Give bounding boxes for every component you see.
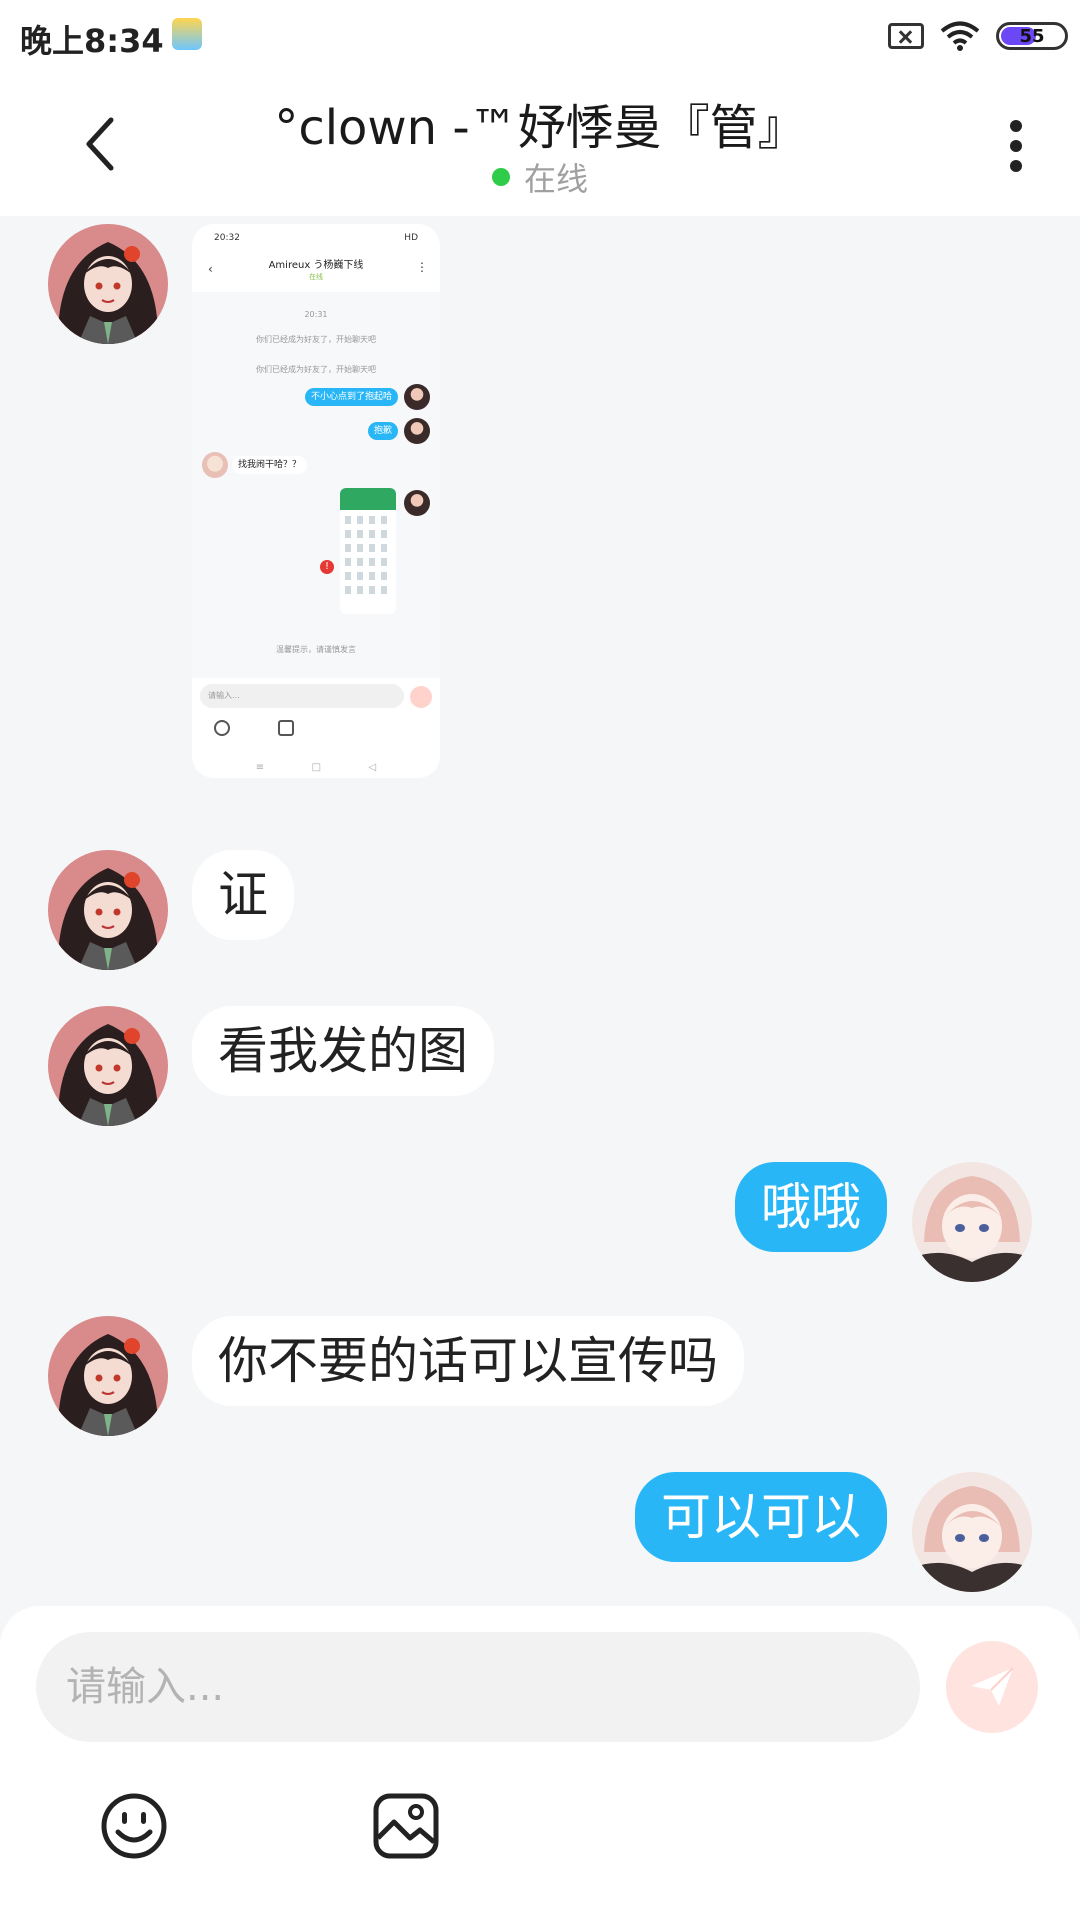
- contact-name: °clown -™妤悸曼『管』: [274, 100, 806, 156]
- thumb-avatar: [404, 490, 430, 516]
- app-notification-icon: [172, 18, 202, 50]
- message-bubble-outgoing[interactable]: 可以可以: [635, 1472, 887, 1562]
- thumb-bubble-out-1: 不小心点到了抱起哈: [304, 388, 398, 406]
- contact-avatar[interactable]: [48, 224, 168, 344]
- thumb-bubble-in-1: 找我闹干哈？？: [232, 456, 308, 474]
- online-dot-icon: [491, 168, 510, 186]
- contact-avatar[interactable]: [48, 1316, 168, 1436]
- send-button[interactable]: [946, 1641, 1038, 1733]
- message-bubble-incoming[interactable]: 证: [192, 850, 294, 940]
- message-list[interactable]: 20:32 HD ‹ Amireux う杨巍下线 在线 ⋮ 20:31 你们已经…: [0, 216, 1080, 1606]
- contact-avatar[interactable]: [48, 1006, 168, 1126]
- image-message-screenshot[interactable]: 20:32 HD ‹ Amireux う杨巍下线 在线 ⋮ 20:31 你们已经…: [192, 224, 440, 778]
- status-icons: 55: [888, 16, 1068, 56]
- no-sim-icon: [888, 23, 924, 49]
- message-bubble-outgoing[interactable]: 哦哦: [735, 1162, 887, 1252]
- thumb-system-2: 你们已经成为好友了，开始聊天吧: [256, 365, 376, 374]
- thumb-status-right: HD: [404, 233, 418, 243]
- emoji-button[interactable]: [100, 1792, 168, 1860]
- battery-level: 55: [1019, 25, 1045, 47]
- thumb-input-area: 请输入... ≡ □ ◁: [192, 678, 440, 778]
- thumb-bubble-out-2: 抱歉: [367, 422, 398, 440]
- thumb-system-1: 你们已经成为好友了，开始聊天吧: [256, 335, 376, 344]
- thumb-online: 在线: [309, 273, 323, 281]
- thumb-header: ‹ Amireux う杨巍下线 在线 ⋮: [192, 252, 440, 292]
- thumb-status-time: 20:32: [214, 233, 240, 243]
- my-avatar[interactable]: [912, 1472, 1032, 1592]
- thumb-title: Amireux う杨巍下线: [268, 260, 364, 271]
- thumb-avatar: [202, 452, 228, 478]
- thumb-tip: 温馨提示，请谨慎发言: [276, 645, 356, 654]
- thumb-more-icon: ⋮: [416, 260, 428, 274]
- message-input[interactable]: 请输入...: [36, 1632, 920, 1742]
- thumb-nav-bar: ≡ □ ◁: [255, 762, 377, 773]
- battery-indicator: 55: [996, 22, 1068, 50]
- contact-avatar[interactable]: [48, 850, 168, 970]
- thumb-image-icon: [278, 720, 294, 736]
- composer: 请输入...: [0, 1606, 1080, 1920]
- thumb-avatar: [404, 384, 430, 410]
- thumb-input: 请输入...: [200, 684, 404, 708]
- thumb-error-icon: !: [320, 560, 334, 574]
- thumb-time: 20:31: [304, 310, 328, 319]
- thumb-emoji-icon: [214, 720, 230, 736]
- online-status: 在线: [0, 154, 1080, 200]
- more-options-button[interactable]: [996, 116, 1036, 176]
- online-status-text: 在线: [523, 160, 588, 198]
- thumb-nested-image: [340, 488, 396, 614]
- send-icon: [971, 1667, 1014, 1706]
- thumb-send-icon: [410, 686, 432, 708]
- emoji-icon: [101, 1793, 167, 1859]
- chat-header: °clown -™妤悸曼『管』 在线: [0, 72, 1080, 216]
- status-time: 晚上8:34: [20, 22, 164, 60]
- more-vertical-icon: [1010, 120, 1022, 172]
- wifi-icon: [940, 21, 980, 51]
- message-bubble-incoming[interactable]: 看我发的图: [192, 1006, 494, 1096]
- thumb-status-bar: 20:32 HD: [192, 224, 440, 252]
- status-bar: 晚上8:34 55: [0, 0, 1080, 72]
- my-avatar[interactable]: [912, 1162, 1032, 1282]
- thumb-avatar: [404, 418, 430, 444]
- image-picker-button[interactable]: [372, 1792, 440, 1860]
- message-bubble-incoming[interactable]: 你不要的话可以宣传吗: [192, 1316, 744, 1406]
- image-icon: [373, 1793, 439, 1859]
